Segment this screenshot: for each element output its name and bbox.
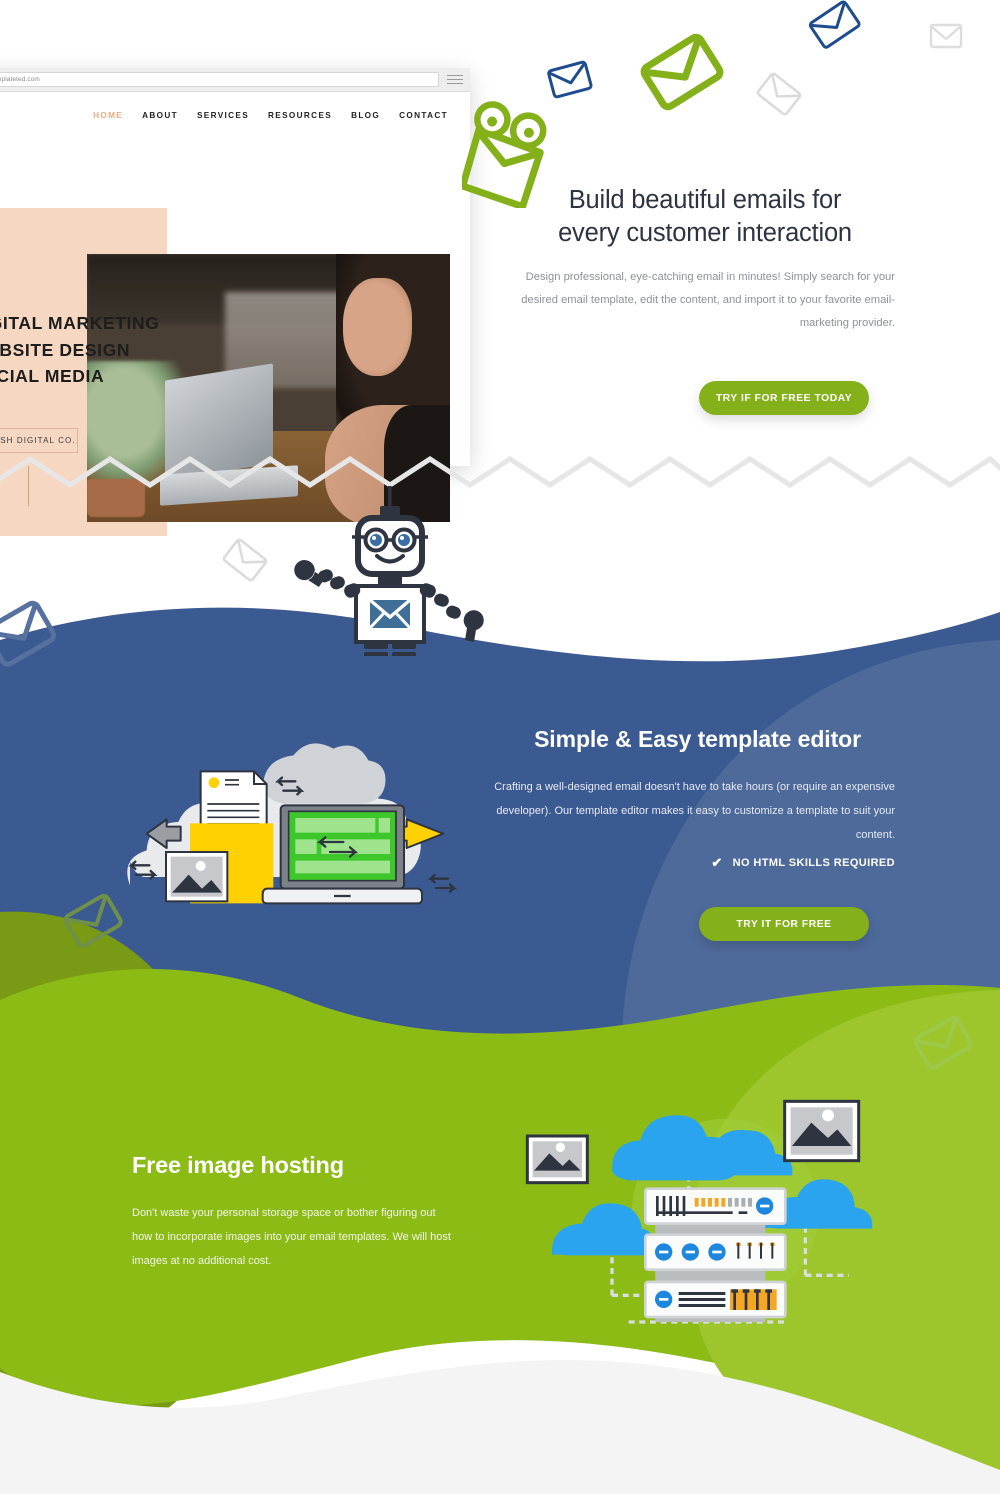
mock-hero-line2: WEBSITE DESIGN: [0, 339, 131, 360]
mock-hero-line1: DIGITAL MARKETING: [0, 313, 160, 333]
hosting-section-heading: Free image hosting: [132, 1152, 344, 1178]
editor-cta-button[interactable]: TRY IT FOR FREE: [699, 907, 869, 941]
hero-heading: Build beautiful emails for every custome…: [500, 184, 910, 249]
hosting-section-subtext: Don't waste your personal storage space …: [132, 1207, 451, 1267]
hero-heading-line1: Build beautiful emails for: [568, 186, 842, 214]
zigzag-divider: [0, 455, 1000, 488]
envelope-icon-ghost-green-right: [914, 1015, 973, 1070]
browser-mockup: mplateted.com HOME ABOUT SERVICES RESOUR…: [0, 68, 470, 536]
mock-site-navigation: HOME ABOUT SERVICES RESOURCES BLOG CONTA…: [0, 92, 470, 138]
cloud-template-editor-illustration: [127, 743, 457, 905]
hero-heading-line2: every customer interaction: [558, 218, 852, 247]
robot-icon: [294, 486, 484, 656]
mock-nav-resources[interactable]: RESOURCES: [268, 111, 332, 120]
mock-nav-about[interactable]: ABOUT: [142, 111, 178, 120]
mock-nav-services[interactable]: SERVICES: [197, 111, 249, 120]
check-icon: ✔: [711, 855, 723, 870]
hero-cta-button[interactable]: TRY IF FOR FREE TODAY: [699, 381, 869, 415]
hero-section: mplateted.com HOME ABOUT SERVICES RESOUR…: [0, 0, 1000, 582]
editor-section-subtext: Crafting a well-designed email doesn't h…: [494, 781, 895, 841]
cloud-server-illustration: [525, 1099, 873, 1324]
envelope-icon-gray-tilted: [756, 72, 802, 116]
mock-hero-line3: SOCIAL MEDIA: [0, 366, 105, 387]
mock-nav-contact[interactable]: CONTACT: [399, 111, 448, 120]
editor-feature-label: NO HTML SKILLS REQUIRED: [732, 856, 895, 869]
editor-feature-row: ✔ NO HTML SKILLS REQUIRED: [640, 856, 895, 869]
footer-gray-band: [0, 1360, 1000, 1494]
blue-wave-highlight: [621, 640, 1000, 1060]
browser-url-text: mplateted.com: [0, 76, 40, 83]
browser-url-bar[interactable]: mplateted.com: [0, 72, 439, 87]
envelope-icon-gray-corner: [222, 538, 268, 582]
envelope-icon-gray-outline: [929, 23, 963, 49]
envelope-icon-green-large: [640, 33, 724, 111]
hamburger-menu-icon[interactable]: [447, 74, 463, 85]
editor-section-heading: Simple & Easy template editor: [534, 726, 861, 752]
envelope-icon-blue-tilted: [808, 0, 861, 49]
landing-page: mplateted.com HOME ABOUT SERVICES RESOUR…: [0, 0, 1000, 1494]
mock-nav-home[interactable]: HOME: [93, 111, 123, 120]
mock-nav-blog[interactable]: BLOG: [351, 111, 380, 120]
browser-chrome-bar: mplateted.com: [0, 68, 470, 92]
mock-hero-button[interactable]: MEET SH DIGITAL CO.: [0, 428, 78, 453]
mock-hero-headline: DIGITAL MARKETING WEBSITE DESIGN SOCIAL …: [0, 310, 180, 390]
green-wave-dark: [0, 911, 241, 1462]
envelope-icon-ghost-blue-left: [0, 600, 57, 667]
hero-subtext: Design professional, eye-catching email …: [521, 271, 895, 329]
